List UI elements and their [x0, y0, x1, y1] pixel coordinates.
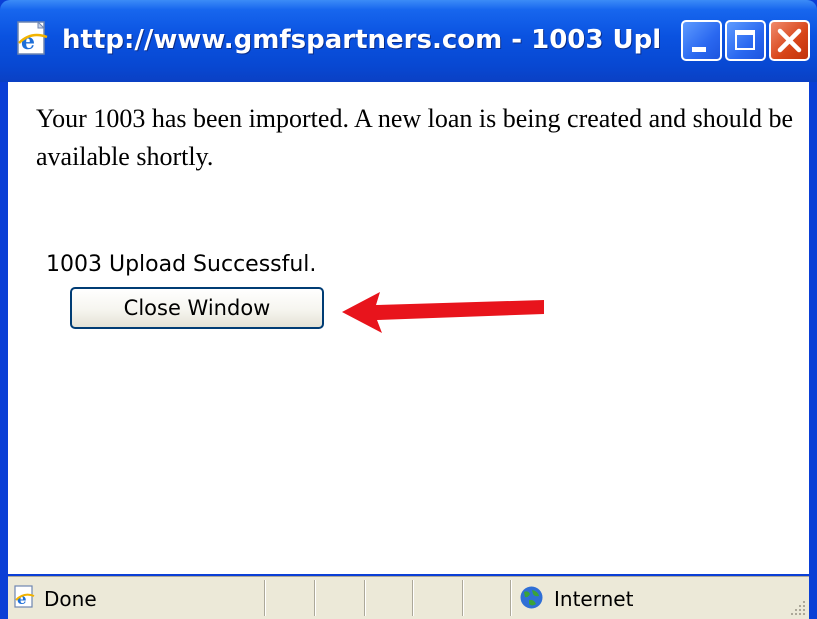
security-zone-text: Internet	[554, 587, 634, 611]
internet-globe-icon	[518, 584, 545, 611]
status-bar: e Done Internet	[8, 576, 809, 619]
ie-page-icon: e	[12, 584, 38, 610]
svg-text:e: e	[21, 29, 35, 55]
window-title: http://www.gmfspartners.com - 1003 Uploa…	[62, 25, 662, 55]
minimize-icon	[692, 47, 706, 52]
close-window-button[interactable]: Close Window	[70, 287, 324, 329]
status-divider	[412, 580, 414, 616]
maximize-icon	[735, 30, 755, 50]
close-window-x-button[interactable]	[769, 20, 810, 61]
status-divider	[510, 580, 512, 616]
status-text: Done	[44, 587, 97, 611]
resize-grip-icon[interactable]	[787, 597, 807, 617]
minimize-button[interactable]	[681, 20, 722, 61]
browser-popup-window: e http://www.gmfspartners.com - 1003 Upl…	[0, 0, 817, 619]
status-divider	[364, 580, 366, 616]
upload-status-text: 1003 Upload Successful.	[46, 252, 317, 277]
title-bar[interactable]: e http://www.gmfspartners.com - 1003 Upl…	[0, 0, 817, 82]
red-arrow-icon	[342, 292, 544, 333]
status-divider	[314, 580, 316, 616]
status-divider	[264, 580, 266, 616]
close-icon	[777, 28, 802, 53]
ie-page-icon: e	[13, 19, 53, 59]
import-message: Your 1003 has been imported. A new loan …	[36, 104, 793, 171]
maximize-button[interactable]	[725, 20, 766, 61]
status-divider	[462, 580, 464, 616]
